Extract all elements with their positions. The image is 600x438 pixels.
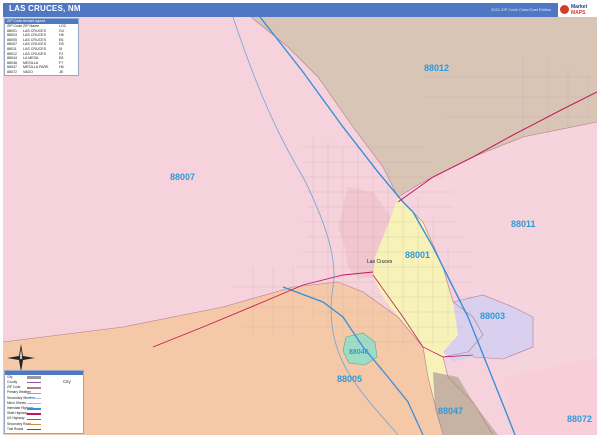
map-poster: LAS CRUCES, NM 2022 ZIP Code Color/Cast …	[0, 0, 600, 438]
zip-label-88046: 88046	[349, 349, 369, 356]
key-swatch	[27, 376, 41, 380]
key-city-sample: City	[63, 379, 71, 384]
key-row: Trail Roads	[5, 427, 83, 432]
key-swatch	[27, 392, 41, 394]
legend-name: VADO	[23, 69, 33, 74]
map-key: City County ZIP Code Primary Weather Sec…	[4, 370, 84, 434]
logo-text: Market MAPS	[571, 4, 587, 16]
key-swatch	[27, 407, 41, 410]
key-swatch	[27, 402, 41, 405]
zip-label-88047: 88047	[438, 406, 464, 416]
key-swatch	[27, 423, 41, 425]
key-swatch	[27, 428, 41, 431]
compass-rose-icon	[7, 344, 35, 372]
key-swatch	[27, 387, 41, 389]
zip-label-88011: 88011	[511, 219, 536, 229]
legend-row: 88072 VADO J8	[5, 70, 78, 75]
zip-label-88001: 88001	[405, 250, 431, 260]
zip-label-88007: 88007	[170, 172, 196, 182]
logo-line-2: MAPS	[571, 10, 586, 16]
map-title: LAS CRUCES, NM	[9, 4, 81, 13]
publisher-logo: Market MAPS	[558, 3, 598, 17]
legend-loc: J8	[59, 69, 63, 74]
zip-label-88003: 88003	[480, 311, 506, 321]
key-swatch	[27, 382, 41, 384]
key-swatch	[27, 413, 41, 415]
zip-legend: ZIP Code Areas/Legend ZIP Code ZIP Name …	[4, 18, 79, 76]
zip-label-88012: 88012	[424, 63, 450, 73]
key-swatch	[27, 418, 41, 420]
key-label: Trail Roads	[7, 426, 24, 431]
title-bar: LAS CRUCES, NM 2022 ZIP Code Color/Cast …	[3, 3, 598, 17]
zip-code-map[interactable]	[3, 17, 597, 435]
zip-label-88005: 88005	[337, 374, 363, 384]
logo-icon	[560, 5, 569, 14]
edition-text: 2022 ZIP Code Color/Cast Edition	[491, 7, 552, 12]
key-swatch	[27, 397, 41, 399]
legend-zip: 88072	[7, 69, 17, 74]
city-label-las-cruces: Las Cruces	[367, 259, 393, 265]
zip-label-88072: 88072	[567, 414, 593, 424]
